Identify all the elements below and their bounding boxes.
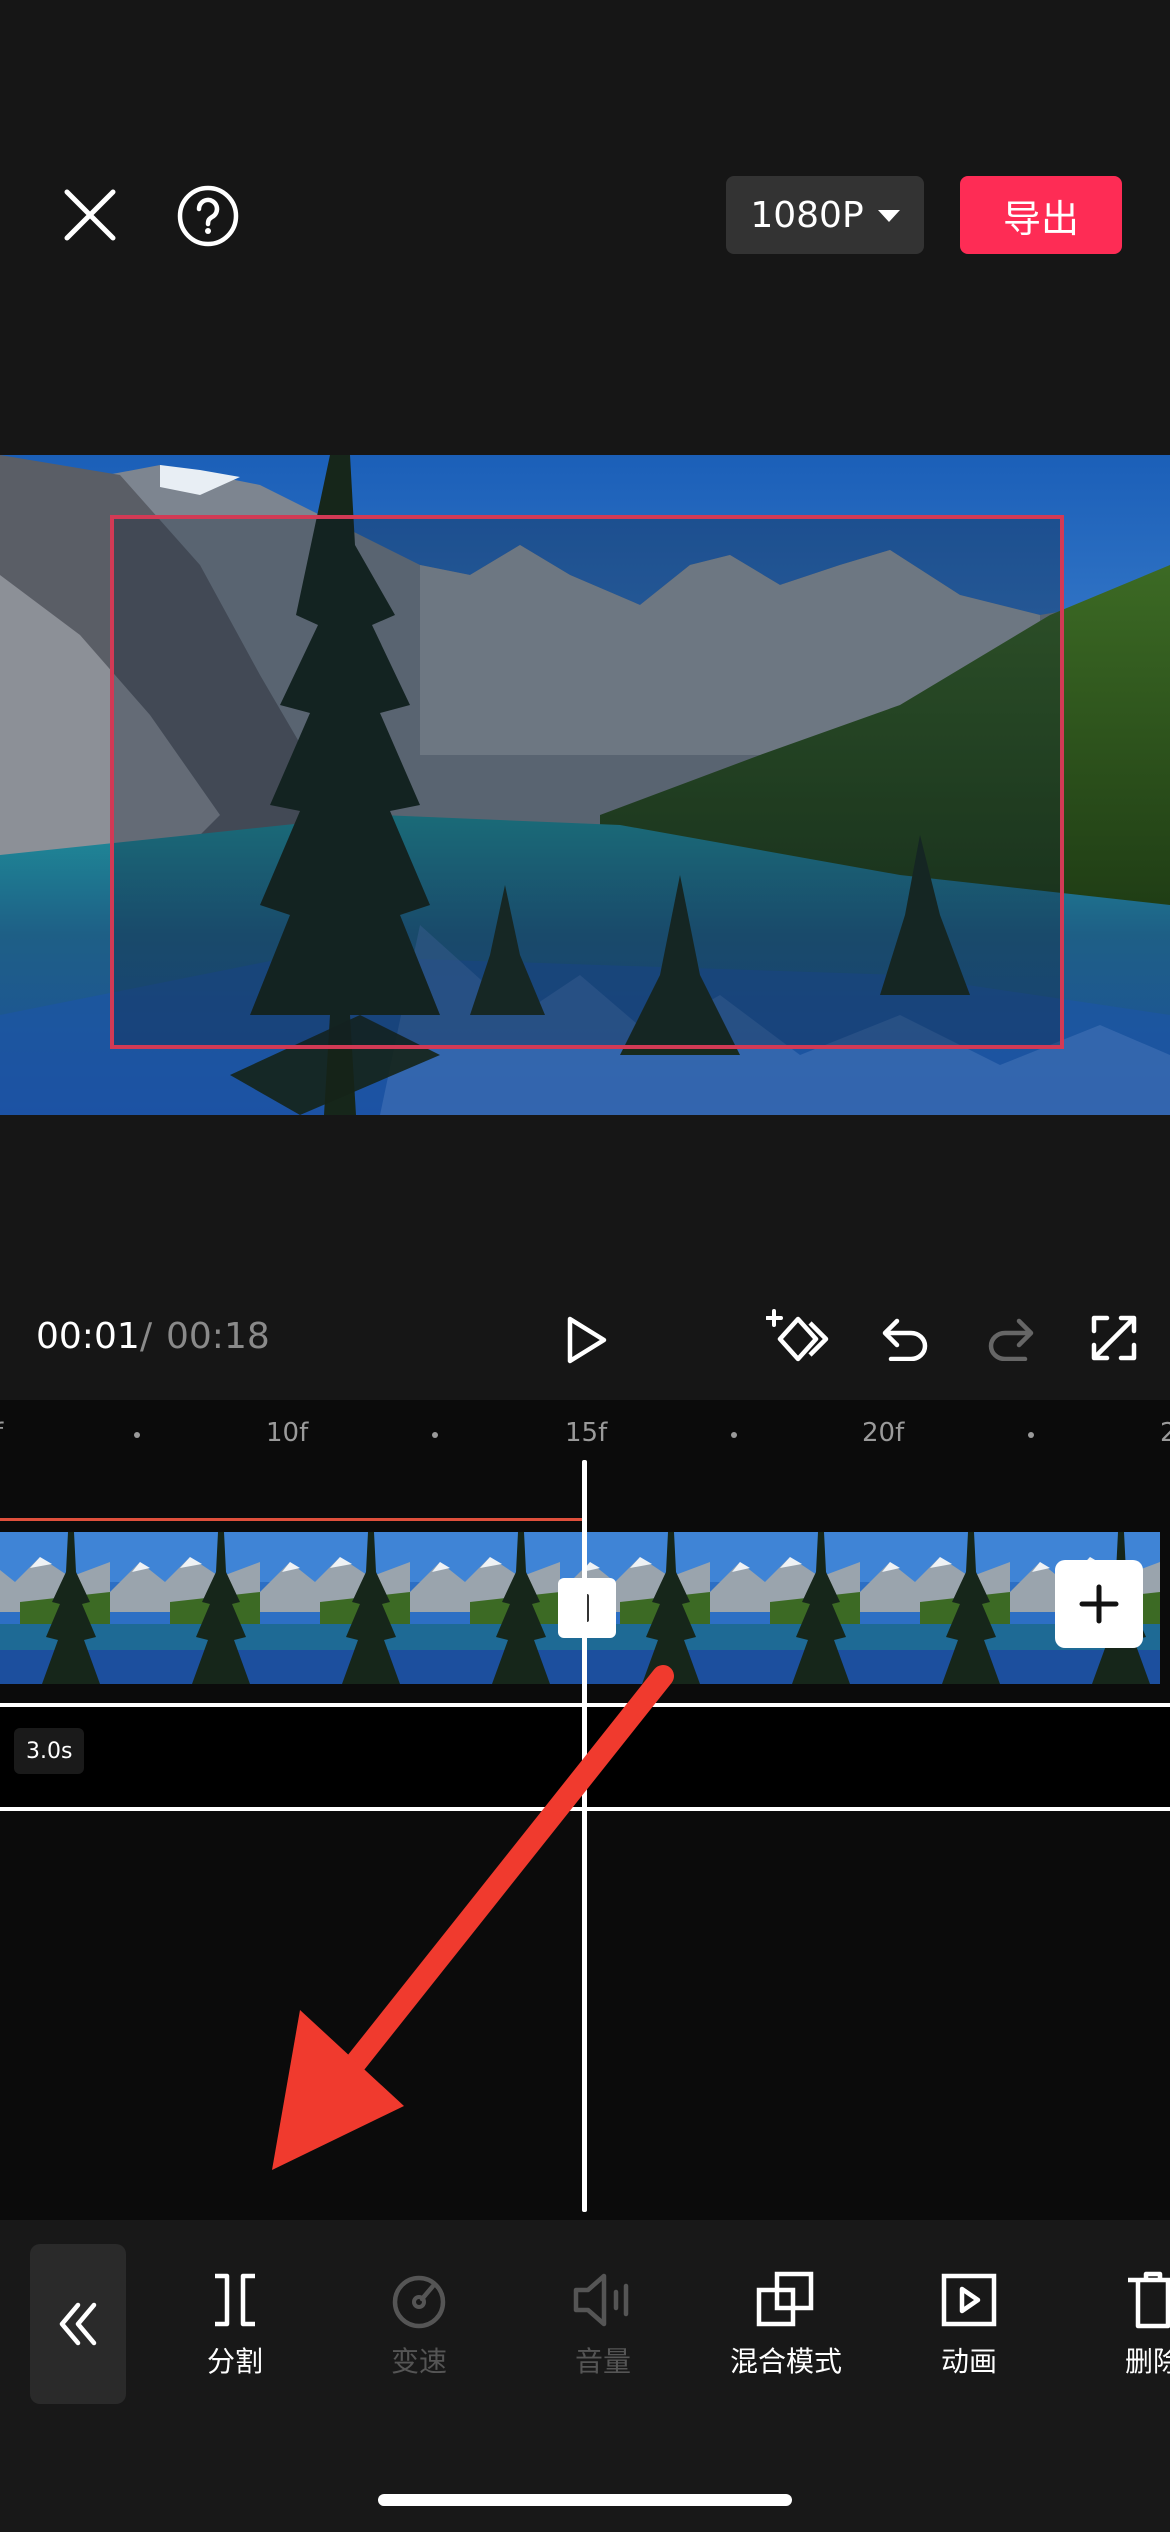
top-bar: 1080P 导出 (0, 0, 1170, 455)
export-label: 导出 (1002, 196, 1079, 241)
add-keyframe-icon[interactable] (764, 1306, 834, 1372)
tool-label: 混合模式 (729, 2345, 842, 2378)
blend-mode-icon (756, 2271, 814, 2327)
animation-icon (941, 2273, 997, 2327)
ruler-dot (1028, 1432, 1034, 1438)
resolution-label: 1080P (750, 194, 864, 236)
ruler-label: f (0, 1418, 3, 1448)
double-chevron-left-icon (59, 2302, 97, 2346)
resolution-dropdown[interactable]: 1080P (726, 176, 924, 254)
clip-duration-badge: 3.0s (14, 1728, 85, 1774)
current-time: 00:01 (36, 1316, 140, 1357)
transition-handle[interactable] (558, 1578, 616, 1638)
home-indicator[interactable] (378, 2494, 792, 2506)
help-icon[interactable] (168, 176, 248, 256)
tool-label: 分割 (206, 2345, 263, 2378)
volume-icon (573, 2273, 629, 2327)
plus-icon (1079, 1584, 1119, 1624)
ruler-label: 10f (266, 1418, 309, 1448)
landscape-image (0, 455, 1170, 1115)
tool-split[interactable]: 分割 (160, 2270, 310, 2390)
ruler-label: 20f (862, 1418, 905, 1448)
ruler-label: 15f (565, 1418, 608, 1448)
add-clip-button[interactable] (1055, 1560, 1143, 1648)
undo-icon[interactable] (876, 1308, 936, 1368)
tool-label: 音量 (574, 2345, 631, 2378)
tool-blend-mode[interactable]: 混合模式 (711, 2270, 861, 2390)
delete-icon (1128, 2271, 1170, 2329)
close-icon[interactable] (50, 180, 130, 250)
toolbar-back-button[interactable] (30, 2244, 126, 2404)
tool-label: 删除 (1124, 2345, 1170, 2378)
clip-duration: 3.0s (26, 1738, 73, 1764)
tool-label: 变速 (390, 2345, 447, 2378)
clip-selection-line (0, 1518, 585, 1521)
fullscreen-icon[interactable] (1084, 1308, 1144, 1368)
tool-speed[interactable]: 变速 (344, 2270, 494, 2390)
redo-icon[interactable] (980, 1308, 1040, 1368)
video-preview[interactable] (0, 455, 1170, 1115)
split-icon (215, 2273, 255, 2327)
speed-icon (392, 2275, 446, 2329)
chevron-down-icon (877, 210, 900, 222)
tool-delete[interactable]: 删除 (1078, 2270, 1170, 2390)
export-button[interactable]: 导出 (960, 176, 1122, 254)
time-separator: / (140, 1316, 153, 1357)
ruler-label: 2 (1160, 1418, 1170, 1448)
playhead[interactable] (582, 1460, 587, 2212)
total-time: 00:18 (166, 1316, 270, 1357)
tool-volume[interactable]: 音量 (528, 2270, 678, 2390)
timeline[interactable]: f 10f 15f 20f 2 (0, 1400, 1170, 2220)
tool-label: 动画 (940, 2345, 997, 2378)
tool-animation[interactable]: 动画 (894, 2270, 1044, 2390)
ruler-dot (134, 1432, 140, 1438)
play-icon[interactable] (556, 1310, 616, 1370)
ruler-dot (432, 1432, 438, 1438)
ruler-dot (731, 1432, 737, 1438)
